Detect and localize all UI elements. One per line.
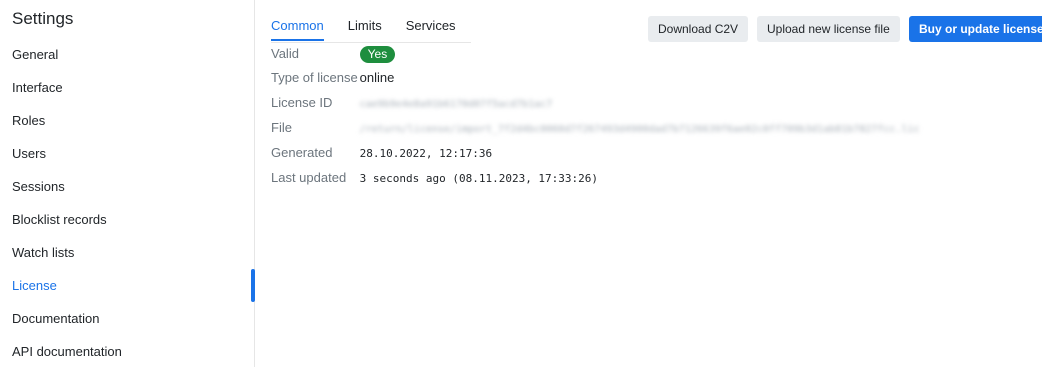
valid-row: Valid Yes — [271, 43, 396, 65]
sidebar-item-sessions[interactable]: Sessions — [0, 170, 255, 203]
tab-limits[interactable]: Limits — [348, 16, 382, 41]
sidebar-item-general[interactable]: General — [0, 38, 255, 71]
download-c2v-button[interactable]: Download C2V — [648, 16, 749, 42]
generated-label: Generated — [271, 145, 333, 160]
file-row: File /return/license/import_7f2d4bc0060d… — [271, 117, 920, 139]
upload-license-button[interactable]: Upload new license file — [757, 16, 900, 42]
settings-sidebar: Settings General Interface Roles Users S… — [0, 0, 255, 367]
active-indicator — [251, 269, 255, 302]
generated-row: Generated 28.10.2022, 12:17:36 — [271, 142, 492, 164]
tab-services[interactable]: Services — [406, 16, 456, 41]
sidebar-item-documentation[interactable]: Documentation — [0, 302, 255, 335]
sidebar-item-interface[interactable]: Interface — [0, 71, 255, 104]
sidebar-item-blocklist-records[interactable]: Blocklist records — [0, 203, 255, 236]
sidebar-title: Settings — [12, 9, 74, 28]
type-row: Type of license online — [271, 67, 394, 89]
license-tabs: Common Limits Services — [271, 16, 471, 43]
valid-label: Valid — [271, 46, 299, 61]
sidebar-item-label: License — [12, 278, 57, 293]
last-updated-label: Last updated — [271, 170, 347, 185]
sidebar-item-license[interactable]: License — [0, 269, 255, 302]
sidebar-item-roles[interactable]: Roles — [0, 104, 255, 137]
file-label: File — [271, 120, 292, 135]
file-value: /return/license/import_7f2d4bc0060d7f267… — [359, 124, 920, 135]
generated-value: 28.10.2022, 12:17:36 — [359, 147, 493, 160]
license-id-value: cae9b9e4e8a91b6170d07f5acd7b1ac7 — [359, 99, 553, 110]
type-value: online — [359, 70, 395, 85]
license-id-label: License ID — [271, 95, 333, 110]
sidebar-item-api-documentation[interactable]: API documentation — [0, 335, 255, 368]
last-updated-row: Last updated 3 seconds ago (08.11.2023, … — [271, 167, 598, 189]
last-updated-value: 3 seconds ago (08.11.2023, 17:33:26) — [359, 172, 599, 185]
tab-common[interactable]: Common — [271, 16, 324, 41]
valid-badge: Yes — [359, 46, 396, 64]
license-id-row: License ID cae9b9e4e8a91b6170d07f5acd7b1… — [271, 92, 552, 114]
sidebar-item-users[interactable]: Users — [0, 137, 255, 170]
type-label: Type of license — [271, 70, 358, 85]
settings-nav: General Interface Roles Users Sessions B… — [0, 38, 255, 368]
buy-update-license-button[interactable]: Buy or update license — [909, 16, 1042, 42]
sidebar-item-watch-lists[interactable]: Watch lists — [0, 236, 255, 269]
